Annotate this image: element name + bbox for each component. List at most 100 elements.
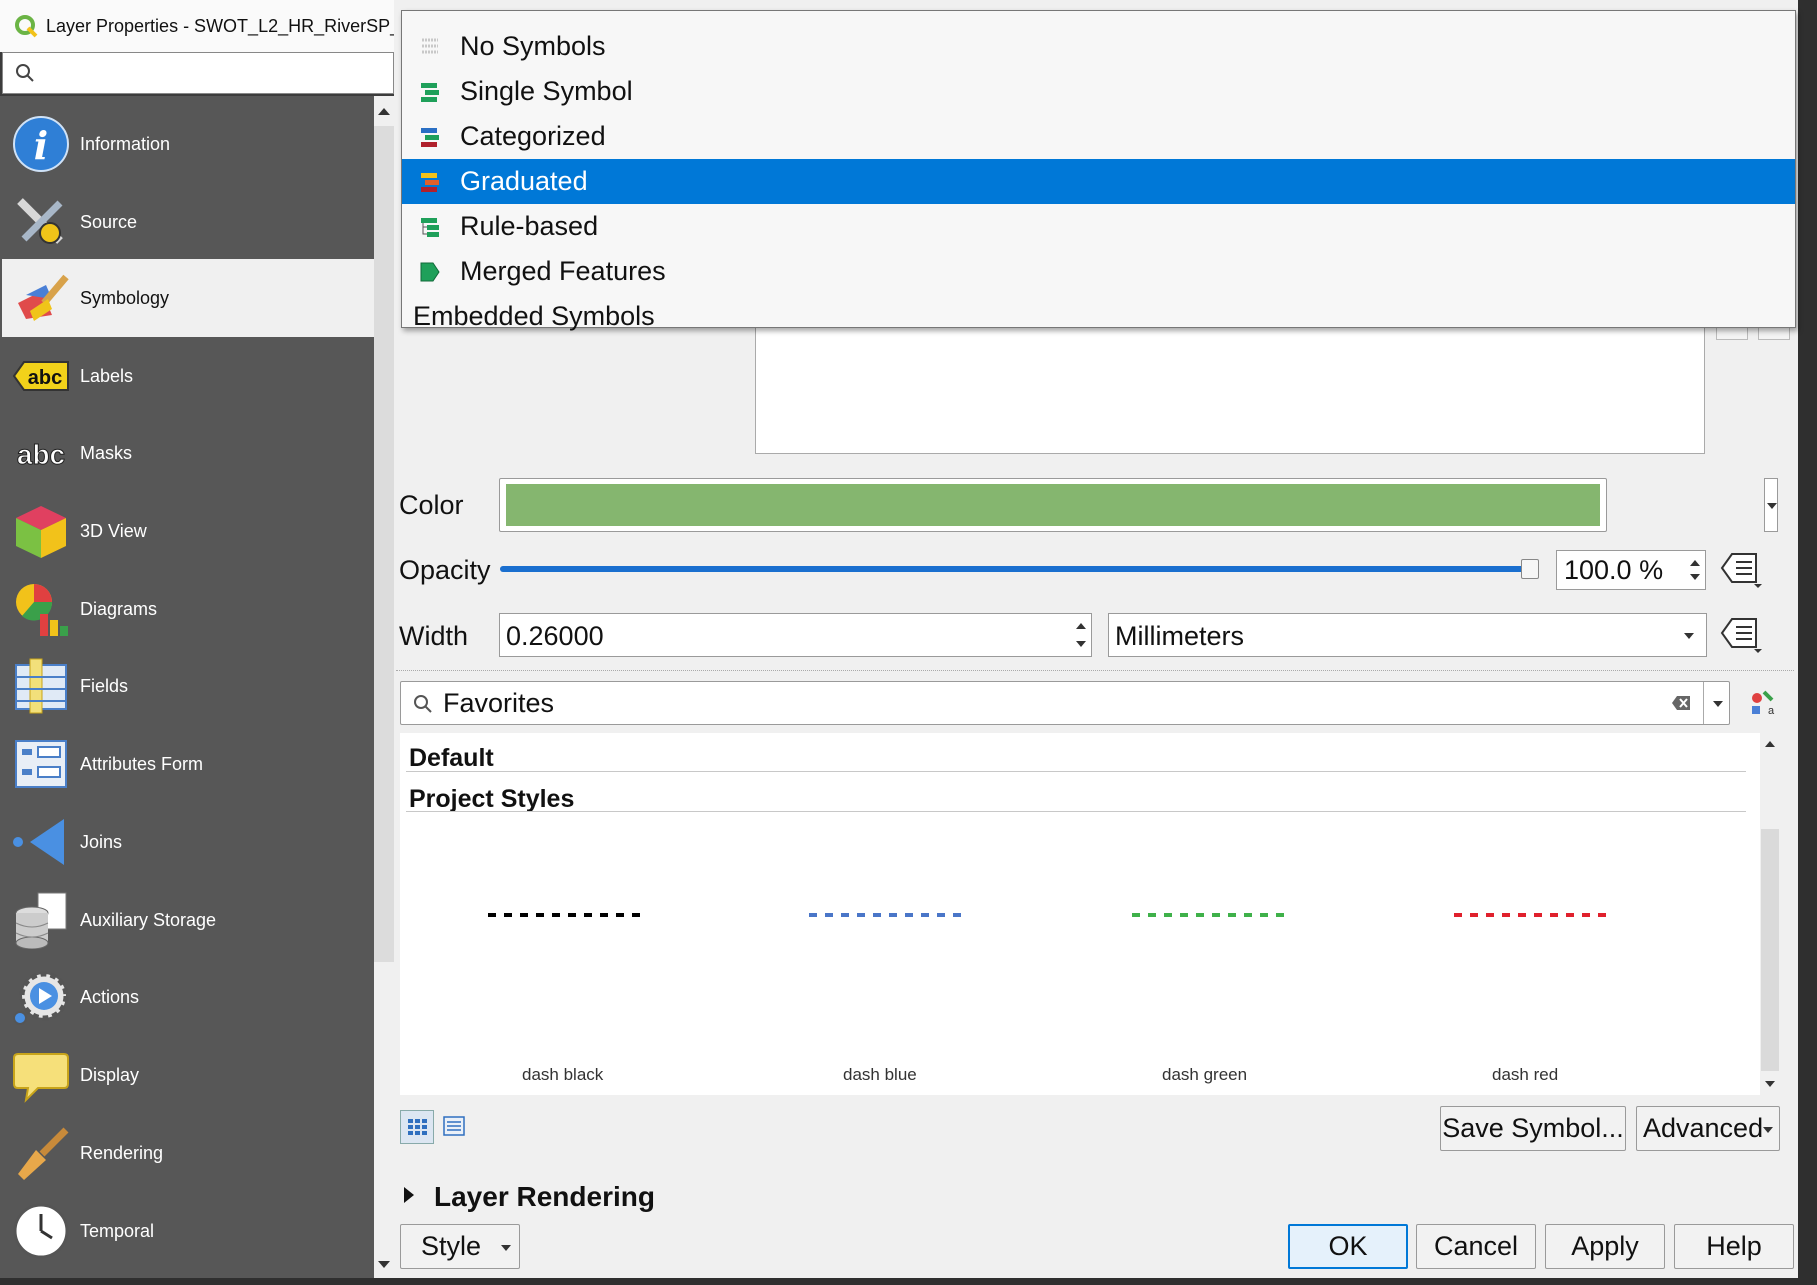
no-symbols-icon	[422, 38, 438, 53]
sidebar-item-diagrams[interactable]: Diagrams	[2, 570, 374, 648]
opacity-slider[interactable]	[500, 559, 1539, 579]
sidebar-item-information[interactable]: i Information	[2, 105, 374, 183]
menu-item-label: Graduated	[460, 166, 588, 196]
labels-abc-icon: abc	[10, 345, 72, 407]
sidebar-item-label: Symbology	[80, 287, 170, 308]
sidebar-item-masks[interactable]: abc Masks	[2, 414, 374, 492]
library-filter-combo[interactable]: Favorites	[400, 681, 1730, 725]
sidebar-item-auxiliary-storage[interactable]: Auxiliary Storage	[2, 881, 374, 959]
sidebar-scrollbar[interactable]	[374, 96, 394, 1278]
section-header-project-styles: Project Styles	[409, 785, 575, 813]
width-value: 0.26000	[506, 621, 604, 651]
opacity-slider-fill	[500, 566, 1530, 572]
sidebar-item-rendering[interactable]: Rendering	[2, 1114, 374, 1192]
width-unit-value: Millimeters	[1115, 621, 1245, 651]
style-manager-icon[interactable]: a	[1750, 690, 1776, 716]
style-button[interactable]: Style	[400, 1224, 520, 1269]
symbol-name: dash blue	[843, 1065, 917, 1084]
actions-gear-icon	[10, 966, 72, 1028]
sidebar-item-label: Labels	[80, 365, 134, 386]
sidebar-item-attributes-form[interactable]: Attributes Form	[2, 725, 374, 803]
layer-rendering-header[interactable]: Layer Rendering	[434, 1181, 655, 1213]
color-dropdown-button[interactable]	[1764, 478, 1778, 532]
clear-icon[interactable]	[1671, 695, 1691, 711]
sidebar-item-joins[interactable]: Joins	[2, 803, 374, 881]
advanced-button[interactable]: Advanced	[1636, 1106, 1780, 1151]
sidebar-item-actions[interactable]: Actions	[2, 958, 374, 1036]
width-unit-select[interactable]: Millimeters	[1108, 613, 1707, 657]
sidebar-item-temporal[interactable]: Temporal	[2, 1192, 374, 1270]
renderer-type-dropdown[interactable]: No Symbols Single Symbol Categorized Gra…	[401, 10, 1796, 331]
color-button[interactable]	[499, 478, 1607, 532]
menu-item-single-symbol[interactable]: Single Symbol	[402, 69, 1795, 114]
sidebar-item-label: Rendering	[80, 1142, 164, 1163]
icon-view-button[interactable]	[400, 1110, 434, 1144]
data-defined-override-icon[interactable]	[1720, 615, 1764, 655]
window-title: Layer Properties - SWOT_L2_HR_RiverSP_vD…	[46, 15, 401, 36]
scroll-up-icon[interactable]	[378, 108, 390, 115]
menu-item-label: Rule-based	[460, 211, 599, 241]
sidebar-item-3d-view[interactable]: 3D View	[2, 492, 374, 570]
sidebar-item-symbology[interactable]: Symbology	[2, 259, 374, 337]
menu-item-categorized[interactable]: Categorized	[402, 114, 1795, 159]
scroll-up-icon[interactable]	[1765, 741, 1775, 747]
color-swatch	[506, 484, 1600, 526]
menu-item-embedded-symbols[interactable]: Embedded Symbols	[402, 294, 1806, 339]
scroll-down-icon[interactable]	[1765, 1081, 1775, 1087]
chevron-down-icon	[1713, 701, 1723, 707]
menu-item-rule-based[interactable]: Rule-based	[402, 204, 1795, 249]
joins-icon	[10, 811, 72, 873]
menu-item-label: Categorized	[460, 121, 606, 151]
apply-button[interactable]: Apply	[1545, 1224, 1665, 1269]
sidebar-item-labels[interactable]: abc Labels	[2, 337, 374, 415]
qgis-logo-icon	[15, 15, 38, 38]
chevron-down-icon	[1767, 503, 1777, 509]
chevron-down-icon	[501, 1245, 511, 1251]
menu-item-merged-features[interactable]: Merged Features	[402, 249, 1795, 294]
menu-item-label: No Symbols	[460, 31, 606, 61]
search-icon	[16, 64, 34, 82]
opacity-spin-buttons[interactable]	[1685, 551, 1705, 589]
style-label: Style	[421, 1231, 482, 1261]
dash-line-preview	[1454, 913, 1614, 917]
width-spin-buttons[interactable]	[1071, 614, 1091, 656]
symbol-item[interactable]: dash green	[1124, 913, 1292, 1084]
symbol-list-scrollbar[interactable]	[1760, 733, 1780, 1095]
list-view-button[interactable]	[438, 1110, 472, 1144]
symbol-library-list[interactable]: Default Project Styles dash black dash b…	[400, 733, 1760, 1095]
width-spinbox[interactable]: 0.26000	[499, 613, 1092, 657]
scrollbar-thumb[interactable]	[374, 126, 394, 962]
scrollbar-thumb[interactable]	[1761, 829, 1779, 1071]
sidebar-item-label: Joins	[80, 831, 123, 852]
chevron-down-icon	[1763, 1127, 1773, 1133]
expand-arrow-icon[interactable]	[404, 1187, 414, 1203]
opacity-spinbox[interactable]: 100.0 %	[1556, 550, 1706, 590]
chevron-down-icon	[1684, 633, 1694, 639]
symbol-item[interactable]: dash black	[480, 913, 648, 1084]
data-defined-override-icon[interactable]	[1720, 550, 1764, 590]
cancel-button[interactable]: Cancel	[1416, 1224, 1536, 1269]
grid-icon	[408, 1119, 427, 1135]
sidebar-item-fields[interactable]: Fields	[2, 647, 374, 725]
info-icon: i	[10, 113, 72, 175]
menu-item-no-symbols[interactable]: No Symbols	[402, 24, 1795, 69]
sidebar-search-input[interactable]	[2, 52, 394, 94]
scroll-down-icon[interactable]	[378, 1261, 390, 1268]
sidebar-item-display[interactable]: Display	[2, 1036, 374, 1114]
symbol-item[interactable]: dash blue	[801, 913, 969, 1084]
help-button[interactable]: Help	[1674, 1224, 1794, 1269]
dash-line-preview	[809, 913, 969, 917]
search-icon	[414, 695, 432, 713]
background-window-edge	[0, 1278, 1817, 1285]
save-symbol-button[interactable]: Save Symbol...	[1440, 1106, 1626, 1151]
sidebar-item-label: Display	[80, 1064, 140, 1085]
opacity-slider-handle[interactable]	[1521, 559, 1539, 579]
symbol-item[interactable]: dash red	[1446, 913, 1614, 1084]
menu-item-graduated[interactable]: Graduated	[402, 159, 1795, 204]
ok-button[interactable]: OK	[1288, 1224, 1408, 1269]
masks-abc-icon: abc	[10, 422, 72, 484]
symbol-name: dash red	[1492, 1065, 1559, 1084]
source-tools-icon	[10, 191, 72, 253]
svg-text:abc: abc	[28, 367, 62, 389]
sidebar-item-source[interactable]: Source	[2, 183, 374, 261]
